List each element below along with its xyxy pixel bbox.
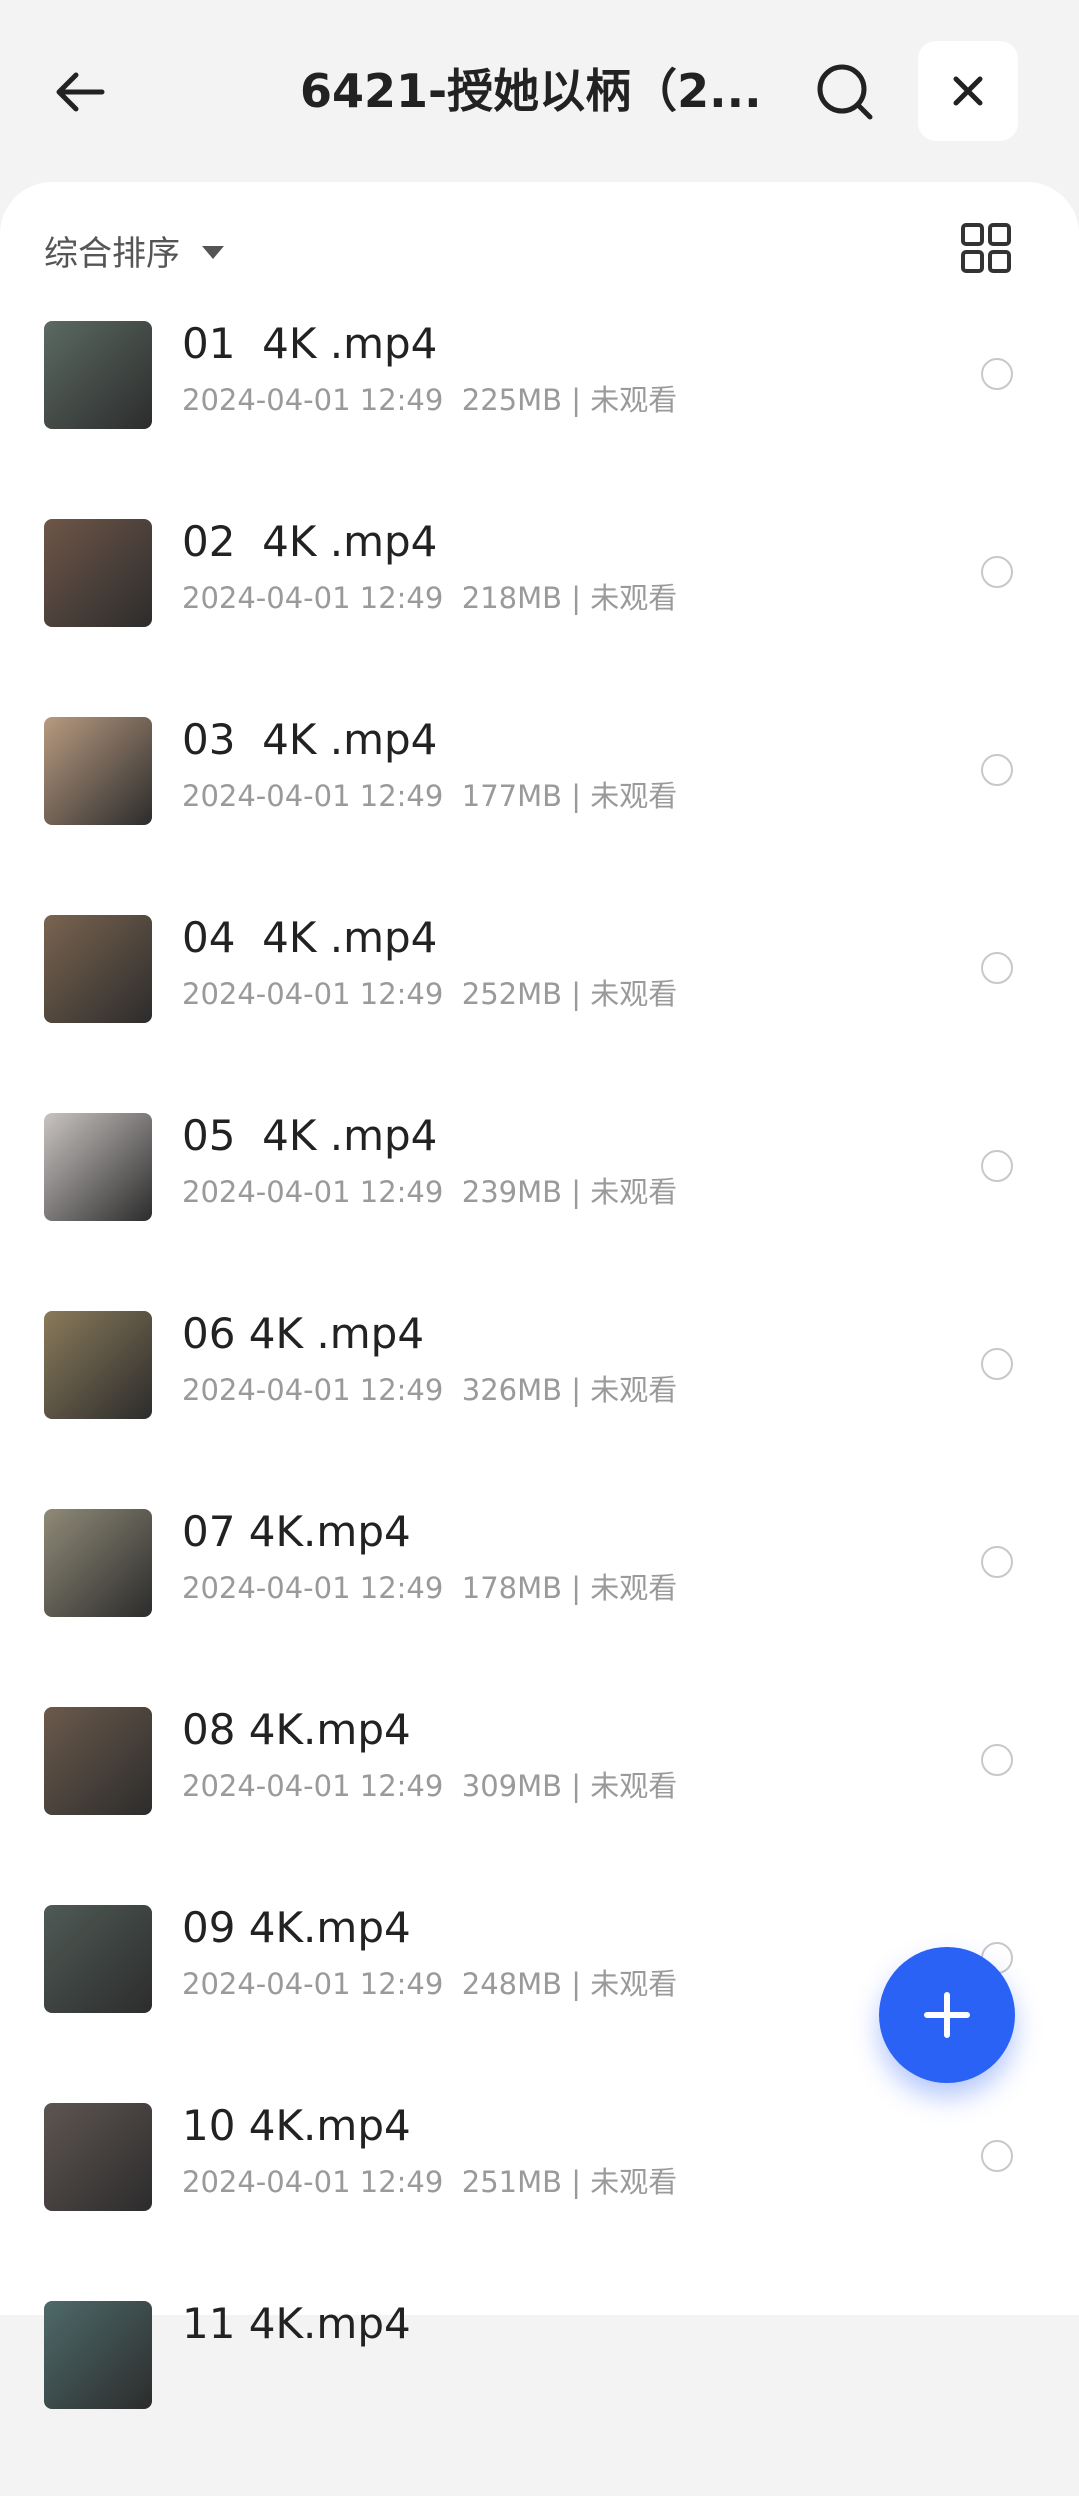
file-name: 09 4K.mp4 <box>182 1903 411 1952</box>
file-meta: 2024-04-01 12:49 225MB | 未观看 <box>182 383 678 417</box>
search-button[interactable] <box>805 52 885 132</box>
video-thumbnail <box>44 1311 152 1419</box>
file-row[interactable]: 06 4K .mp4 2024-04-01 12:49 326MB | 未观看 <box>0 1308 1079 1506</box>
file-row[interactable]: 08 4K.mp4 2024-04-01 12:49 309MB | 未观看 <box>0 1704 1079 1902</box>
video-thumbnail <box>44 1707 152 1815</box>
file-meta: 2024-04-01 12:49 309MB | 未观看 <box>182 1769 678 1803</box>
file-row[interactable]: 07 4K.mp4 2024-04-01 12:49 178MB | 未观看 <box>0 1506 1079 1704</box>
file-name: 08 4K.mp4 <box>182 1705 411 1754</box>
plus-icon <box>924 1992 970 2038</box>
file-name: 10 4K.mp4 <box>182 2101 411 2150</box>
app-header: 6421-授她以柄（2... <box>0 0 1079 185</box>
video-thumbnail <box>44 1509 152 1617</box>
video-thumbnail <box>44 1113 152 1221</box>
select-radio[interactable] <box>981 358 1013 390</box>
file-name: 06 4K .mp4 <box>182 1309 425 1358</box>
file-meta: 2024-04-01 12:49 177MB | 未观看 <box>182 779 678 813</box>
file-row[interactable]: 11 4K.mp4 <box>0 2298 1079 2496</box>
select-radio[interactable] <box>981 1150 1013 1182</box>
file-name: 02 4K .mp4 <box>182 517 438 566</box>
caret-down-icon <box>202 245 224 259</box>
video-thumbnail <box>44 321 152 429</box>
file-meta: 2024-04-01 12:49 251MB | 未观看 <box>182 2165 678 2199</box>
sort-dropdown[interactable]: 综合排序 <box>44 220 224 280</box>
file-row[interactable]: 02 4K .mp4 2024-04-01 12:49 218MB | 未观看 <box>0 516 1079 714</box>
file-row[interactable]: 03 4K .mp4 2024-04-01 12:49 177MB | 未观看 <box>0 714 1079 912</box>
file-name: 11 4K.mp4 <box>182 2299 411 2348</box>
file-meta: 2024-04-01 12:49 218MB | 未观看 <box>182 581 678 615</box>
video-thumbnail <box>44 2103 152 2211</box>
add-button[interactable] <box>879 1947 1015 2083</box>
grid-view-icon <box>961 223 1011 273</box>
select-radio[interactable] <box>981 1348 1013 1380</box>
select-radio[interactable] <box>981 2140 1013 2172</box>
video-thumbnail <box>44 519 152 627</box>
file-name: 05 4K .mp4 <box>182 1111 438 1160</box>
video-thumbnail <box>44 1905 152 2013</box>
select-radio[interactable] <box>981 754 1013 786</box>
file-name: 03 4K .mp4 <box>182 715 438 764</box>
file-meta: 2024-04-01 12:49 252MB | 未观看 <box>182 977 678 1011</box>
file-meta: 2024-04-01 12:49 178MB | 未观看 <box>182 1571 678 1605</box>
grid-view-button[interactable] <box>960 222 1012 274</box>
file-name: 07 4K.mp4 <box>182 1507 411 1556</box>
sort-label: 综合排序 <box>44 233 180 274</box>
file-row[interactable]: 10 4K.mp4 2024-04-01 12:49 251MB | 未观看 <box>0 2100 1079 2298</box>
file-meta: 2024-04-01 12:49 326MB | 未观看 <box>182 1373 678 1407</box>
file-row[interactable]: 01 4K .mp4 2024-04-01 12:49 225MB | 未观看 <box>0 318 1079 516</box>
select-radio[interactable] <box>981 1744 1013 1776</box>
page-title: 6421-授她以柄（2... <box>300 64 762 118</box>
video-thumbnail <box>44 717 152 825</box>
video-thumbnail <box>44 915 152 1023</box>
file-meta: 2024-04-01 12:49 239MB | 未观看 <box>182 1175 678 1209</box>
select-radio[interactable] <box>981 556 1013 588</box>
file-name: 04 4K .mp4 <box>182 913 438 962</box>
arrow-left-icon <box>56 72 105 112</box>
file-name: 01 4K .mp4 <box>182 319 438 368</box>
close-icon <box>953 76 983 106</box>
close-button[interactable] <box>918 41 1018 141</box>
file-meta: 2024-04-01 12:49 248MB | 未观看 <box>182 1967 678 2001</box>
file-row[interactable]: 04 4K .mp4 2024-04-01 12:49 252MB | 未观看 <box>0 912 1079 1110</box>
back-button[interactable] <box>40 52 120 132</box>
select-radio[interactable] <box>981 1546 1013 1578</box>
video-thumbnail <box>44 2301 152 2409</box>
file-row[interactable]: 05 4K .mp4 2024-04-01 12:49 239MB | 未观看 <box>0 1110 1079 1308</box>
search-icon <box>817 64 873 120</box>
select-radio[interactable] <box>981 952 1013 984</box>
